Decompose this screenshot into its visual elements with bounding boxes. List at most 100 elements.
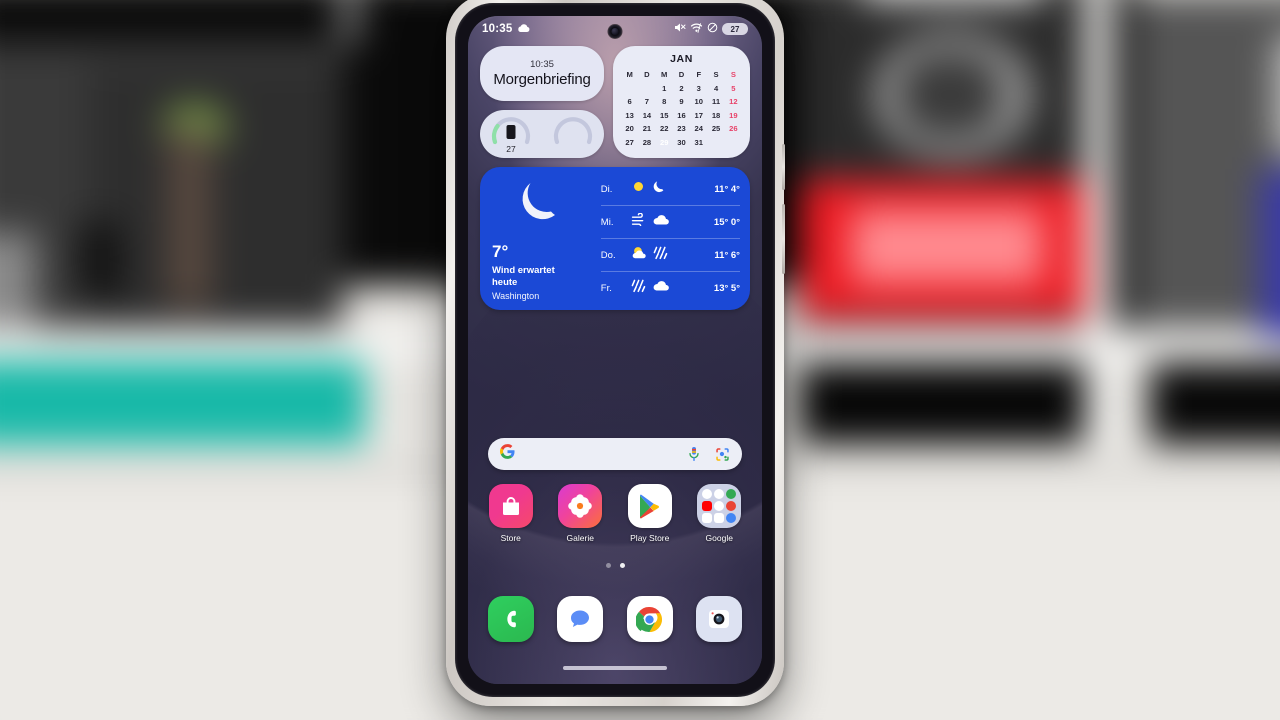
calendar-day[interactable]: 14 — [638, 109, 655, 123]
widget-column-left: 10:35 Morgenbriefing 27 — [480, 46, 604, 158]
volume-button[interactable] — [782, 204, 785, 274]
battery-gauges-widget[interactable]: 27 — [480, 110, 604, 158]
app-item-galerie[interactable]: Galerie — [548, 484, 612, 543]
weather-forecast-row: Di. 11° 4° — [600, 173, 740, 206]
calendar-day[interactable]: 18 — [707, 109, 724, 123]
calendar-day[interactable]: 20 — [621, 122, 638, 136]
calendar-day — [621, 82, 638, 96]
weather-forecast-row: Mi. 15° 0° — [600, 206, 740, 239]
phone-bezel: 10:35 27 10:35 Morgenbriefing 27 JAN M D… — [455, 3, 775, 697]
page-dot-active[interactable] — [619, 563, 625, 568]
weather-day: Fr. — [600, 282, 612, 294]
calendar-day[interactable]: 21 — [638, 122, 655, 136]
gallery-flower-icon[interactable] — [558, 484, 603, 528]
calendar-day[interactable]: 25 — [707, 122, 724, 136]
phone-device: 10:35 27 10:35 Morgenbriefing 27 JAN M D… — [446, 0, 785, 706]
calendar-day[interactable]: 31 — [690, 136, 707, 150]
briefing-title: Morgenbriefing — [493, 70, 591, 88]
calendar-weekday: D — [678, 70, 685, 79]
calendar-weekday: S — [730, 70, 736, 79]
app-item-play-store[interactable]: Play Store — [618, 484, 682, 543]
power-button[interactable] — [782, 144, 785, 190]
calendar-day[interactable]: 12 — [725, 95, 742, 109]
calendar-day[interactable]: 15 — [656, 109, 673, 123]
calendar-day-today[interactable]: 29 — [656, 136, 673, 150]
calendar-day[interactable]: 8 — [656, 95, 673, 109]
google-search-bar[interactable] — [488, 438, 742, 470]
weather-day: Di. — [600, 183, 613, 195]
status-time: 10:35 — [482, 23, 513, 35]
moon-icon — [651, 179, 666, 199]
calendar-day[interactable]: 26 — [725, 122, 742, 136]
status-bar-left: 10:35 — [482, 20, 530, 38]
calendar-day[interactable]: 11 — [707, 95, 724, 109]
weather-temps: 15° 0° — [713, 216, 740, 228]
calendar-day[interactable]: 24 — [690, 122, 707, 136]
calendar-day[interactable]: 22 — [656, 122, 673, 136]
app-item-store[interactable]: Store — [479, 484, 543, 543]
calendar-day[interactable]: 1 — [656, 82, 673, 96]
weather-icons — [631, 245, 715, 265]
widget-area: 10:35 Morgenbriefing 27 JAN M D M D F S … — [468, 46, 762, 310]
calendar-weekday: M — [626, 70, 633, 79]
google-folder-icon[interactable] — [697, 484, 742, 528]
calendar-day — [707, 136, 724, 150]
secondary-battery-gauge[interactable] — [551, 116, 595, 152]
calendar-widget[interactable]: JAN M D M D F S S 1 2 3 4 5 6 7 8 9 10 11 12 13 14 15 16 17 18 19… — [613, 46, 750, 158]
briefing-time: 10:35 — [530, 59, 554, 71]
google-lens-icon[interactable] — [715, 447, 730, 462]
app-label: Galerie — [566, 533, 594, 543]
widget-column-right: JAN M D M D F S S 1 2 3 4 5 6 7 8 9 10 11 12 13 14 15 16 17 18 19… — [613, 46, 750, 158]
dock — [476, 596, 754, 642]
play-store-icon[interactable] — [627, 484, 672, 528]
calendar-day[interactable]: 17 — [690, 109, 707, 123]
weather-widget[interactable]: 7° Wind erwartet heute Washington Di. 11°… — [480, 167, 750, 310]
calendar-day[interactable]: 13 — [621, 109, 638, 123]
phone-screen[interactable]: 10:35 27 10:35 Morgenbriefing 27 JAN M D… — [468, 16, 762, 684]
calendar-day[interactable]: 7 — [638, 95, 655, 109]
rain-icon — [653, 245, 670, 265]
calendar-day[interactable]: 30 — [673, 136, 690, 150]
chrome-icon[interactable] — [626, 596, 673, 642]
calendar-day[interactable]: 4 — [707, 82, 724, 96]
moon-icon — [511, 175, 567, 236]
calendar-day[interactable]: 5 — [725, 82, 742, 96]
calendar-day[interactable]: 27 — [621, 136, 638, 150]
app-label: Store — [500, 533, 521, 543]
weather-icons — [631, 179, 715, 199]
morning-briefing-widget[interactable]: 10:35 Morgenbriefing — [480, 46, 604, 101]
weather-day: Mi. — [600, 216, 614, 228]
home-indicator[interactable] — [563, 666, 667, 670]
battery-value: 27 — [506, 144, 516, 154]
galaxy-store-icon[interactable] — [488, 484, 533, 528]
app-item-google-folder[interactable]: Google — [687, 484, 751, 543]
wifi-icon — [690, 20, 703, 38]
app-label: Play Store — [630, 533, 670, 543]
phone-battery-gauge[interactable]: 27 — [489, 116, 533, 154]
rain-icon — [631, 278, 648, 298]
app-label: Google — [705, 533, 733, 543]
weather-temps: 13° 5° — [713, 282, 740, 294]
messages-icon[interactable] — [557, 596, 604, 642]
microphone-icon[interactable] — [687, 446, 701, 462]
weather-forecast: Di. 11° 4° Mi. 15° 0° Do. 11° 6° Fr. 13° 5° — [599, 167, 750, 310]
page-indicator[interactable] — [468, 563, 762, 568]
weather-description: Wind erwartet heute — [492, 265, 555, 288]
cloud-icon — [517, 20, 530, 38]
app-grid: Store Galerie Play Store Google — [476, 484, 754, 543]
calendar-day[interactable]: 16 — [673, 109, 690, 123]
calendar-day[interactable]: 6 — [621, 95, 638, 109]
phone-icon[interactable] — [487, 596, 534, 642]
calendar-day[interactable]: 28 — [638, 136, 655, 150]
weather-location: Washington — [492, 291, 540, 301]
page-dot[interactable] — [605, 563, 611, 568]
wind-icon — [631, 212, 648, 231]
calendar-grid[interactable]: M D M D F S S 1 2 3 4 5 6 7 8 9 10 11 12 13 14 15 16 17 18 19 20 21… — [621, 68, 742, 149]
calendar-day[interactable]: 19 — [725, 109, 742, 123]
calendar-day[interactable]: 3 — [690, 82, 707, 96]
calendar-day[interactable]: 2 — [673, 82, 690, 96]
camera-icon[interactable] — [696, 596, 743, 642]
calendar-day[interactable]: 9 — [673, 95, 690, 109]
calendar-day[interactable]: 10 — [690, 95, 707, 109]
calendar-day[interactable]: 23 — [673, 122, 690, 136]
